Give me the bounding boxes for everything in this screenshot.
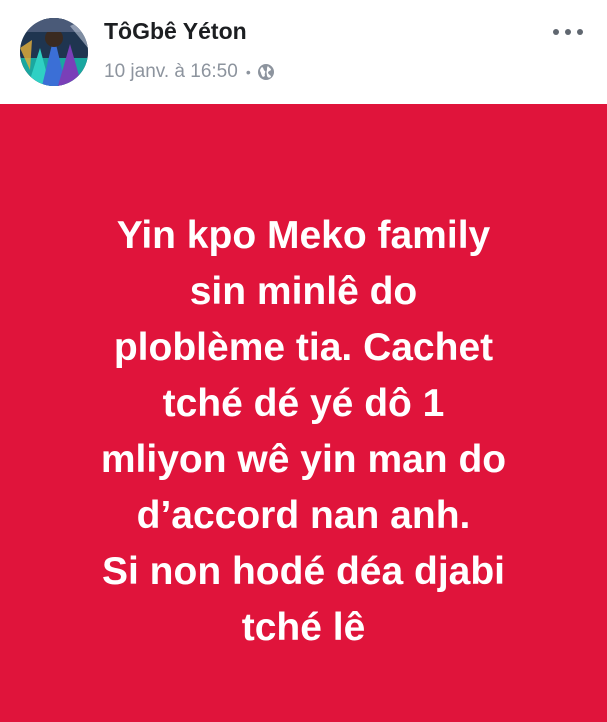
more-options-icon <box>553 29 583 35</box>
facebook-post: TôGbê Yéton 10 janv. à 16:50 • Yin kpo M… <box>0 0 607 722</box>
meta-separator: • <box>245 64 251 80</box>
avatar-image <box>20 18 88 86</box>
author-avatar[interactable] <box>20 18 88 86</box>
post-meta: 10 janv. à 16:50 • <box>104 60 275 84</box>
author-name[interactable]: TôGbê Yéton <box>104 18 247 45</box>
globe-icon[interactable] <box>257 63 275 81</box>
post-header: TôGbê Yéton 10 janv. à 16:50 • <box>0 0 607 104</box>
post-timestamp[interactable]: 10 janv. à 16:50 <box>104 61 238 83</box>
more-options-button[interactable] <box>549 20 587 44</box>
post-message-background: Yin kpo Meko family sin minlê do ploblèm… <box>0 104 607 722</box>
post-message: Yin kpo Meko family sin minlê do ploblèm… <box>100 214 507 649</box>
